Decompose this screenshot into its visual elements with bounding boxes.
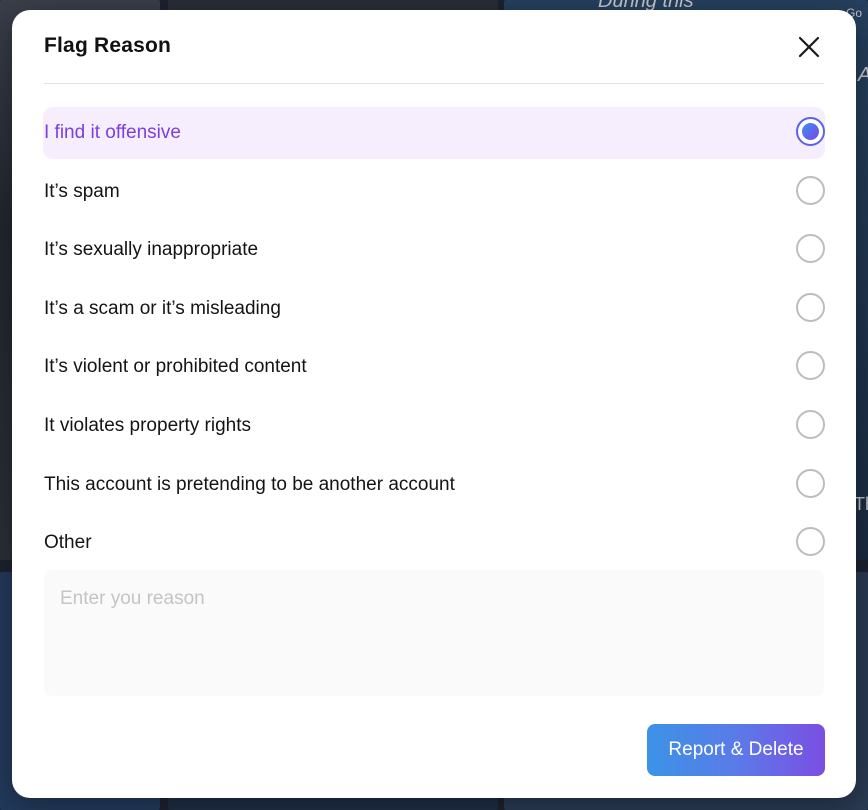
- report-delete-button[interactable]: Report & Delete: [647, 724, 825, 776]
- reason-option[interactable]: It’s a scam or it’s misleading: [43, 283, 825, 335]
- reason-option-label: It’s sexually inappropriate: [44, 239, 259, 261]
- reason-option[interactable]: It violates property rights: [43, 400, 825, 452]
- reason-option-label: It’s spam: [44, 180, 120, 202]
- background-caption: A: [858, 64, 868, 87]
- radio-button[interactable]: [796, 409, 825, 439]
- close-icon: [798, 36, 820, 58]
- reason-option[interactable]: It’s sexually inappropriate: [43, 224, 825, 276]
- radio-selected-dot: [802, 123, 819, 140]
- radio-button[interactable]: [796, 117, 825, 146]
- reason-option[interactable]: Other: [43, 517, 825, 569]
- radio-button[interactable]: [796, 175, 825, 205]
- reason-option-label: It’s violent or prohibited content: [44, 356, 307, 378]
- radio-button[interactable]: [796, 351, 825, 381]
- reason-option[interactable]: It’s violent or prohibited content: [43, 341, 825, 393]
- radio-button[interactable]: [796, 468, 825, 498]
- background-caption: Th: [854, 494, 868, 514]
- radio-button[interactable]: [796, 292, 825, 322]
- reason-option-label: It’s a scam or it’s misleading: [44, 297, 281, 319]
- modal-title: Flag Reason: [44, 34, 172, 57]
- radio-button[interactable]: [796, 234, 825, 264]
- flag-reason-modal: Flag Reason I find it offensive It’s spam…: [12, 10, 856, 798]
- reason-option-label: I find it offensive: [44, 122, 181, 143]
- reason-option-label: It violates property rights: [44, 414, 251, 436]
- radio-button[interactable]: [796, 527, 825, 557]
- reason-option[interactable]: I find it offensive: [43, 107, 825, 159]
- reason-input[interactable]: [44, 570, 824, 696]
- reason-option-label: This account is pretending to be another…: [44, 473, 455, 495]
- header-divider: [44, 83, 824, 84]
- close-button[interactable]: [794, 32, 824, 62]
- reason-option[interactable]: This account is pretending to be another…: [43, 459, 825, 511]
- reason-option[interactable]: It’s spam: [43, 166, 825, 218]
- reason-options: I find it offensive It’s spam It’s sexuall…: [43, 107, 825, 576]
- reason-option-label: Other: [44, 532, 92, 554]
